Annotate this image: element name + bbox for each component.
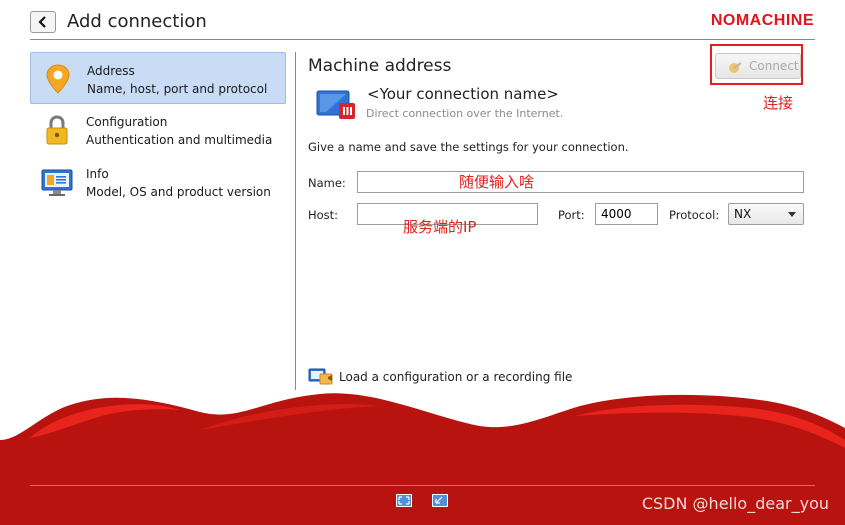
sidebar-item-address[interactable]: Address Name, host, port and protocol: [30, 52, 286, 104]
sidebar-item-subtitle: Name, host, port and protocol: [87, 82, 268, 96]
sidebar: Address Name, host, port and protocol Co…: [30, 52, 286, 208]
load-configuration-label: Load a configuration or a recording file: [339, 370, 573, 384]
chevron-down-icon: [788, 212, 796, 217]
sidebar-item-subtitle: Model, OS and product version: [86, 185, 271, 199]
port-label: Port:: [558, 208, 585, 222]
name-annotation: 随便输入啥: [459, 173, 535, 191]
section-title: Machine address: [308, 56, 452, 76]
chevron-left-icon: [38, 16, 46, 28]
sidebar-item-title: Info: [86, 167, 109, 181]
connection-subtitle: Direct connection over the Internet.: [366, 107, 564, 120]
sidebar-item-text: Configuration Authentication and multime…: [86, 113, 272, 149]
header-divider: [30, 39, 815, 40]
host-annotation: 服务端的IP: [403, 218, 477, 236]
watermark: CSDN @hello_dear_you: [641, 494, 829, 513]
name-field[interactable]: [357, 171, 804, 193]
port-field[interactable]: [595, 203, 658, 225]
sidebar-item-subtitle: Authentication and multimedia: [86, 133, 273, 147]
nomachine-logo: NOMACHINE: [710, 12, 814, 29]
load-file-icon: [308, 368, 333, 385]
sidebar-item-text: Address Name, host, port and protocol: [87, 62, 267, 98]
fullscreen-icon[interactable]: [396, 494, 412, 507]
location-pin-icon: [46, 64, 70, 94]
connection-icon: [316, 90, 355, 119]
protocol-select[interactable]: NX: [728, 203, 804, 225]
connection-name: <Your connection name>: [367, 85, 559, 103]
hint-text: Give a name and save the settings for yo…: [308, 140, 629, 154]
info-monitor-icon: [41, 169, 73, 196]
padlock-icon: [46, 115, 68, 145]
footer-divider: [30, 485, 815, 486]
protocol-value: NX: [734, 207, 752, 221]
sidebar-item-title: Configuration: [86, 115, 168, 129]
sidebar-divider: [295, 52, 296, 390]
host-label: Host:: [308, 208, 339, 222]
connect-annotation-box: [710, 44, 803, 85]
sidebar-item-title: Address: [87, 64, 135, 78]
sidebar-item-configuration[interactable]: Configuration Authentication and multime…: [30, 104, 286, 156]
connect-annotation: 连接: [763, 94, 794, 112]
sidebar-item-text: Info Model, OS and product version: [86, 165, 271, 201]
protocol-label: Protocol:: [669, 208, 720, 222]
back-button[interactable]: [30, 11, 56, 33]
window-resize-icon[interactable]: [432, 494, 448, 507]
page-title: Add connection: [67, 11, 207, 32]
name-label: Name:: [308, 176, 346, 190]
sidebar-item-info[interactable]: Info Model, OS and product version: [30, 156, 286, 208]
top-bar: Add connection NOMACHINE: [0, 0, 845, 42]
